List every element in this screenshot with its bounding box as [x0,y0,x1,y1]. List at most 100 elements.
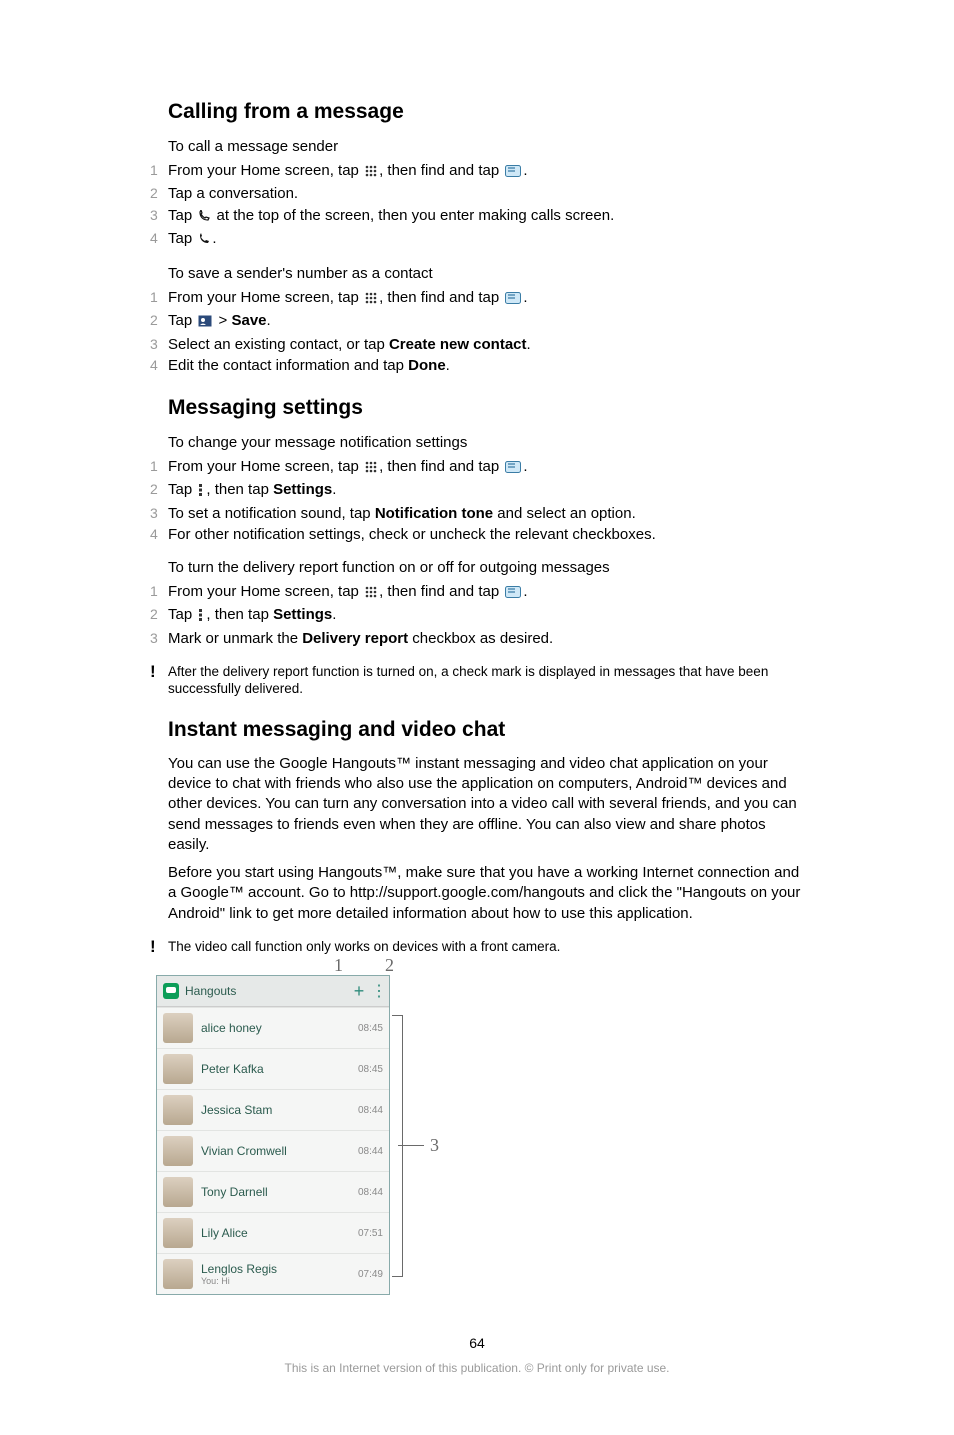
timestamp: 07:49 [358,1269,383,1280]
apps-grid-icon [365,459,377,479]
hangouts-list-item[interactable]: Lenglos RegisYou: Hi07:49 [157,1253,389,1294]
step: 1 From your Home screen, tap , then find… [150,582,804,604]
footer-text: This is an Internet version of this publ… [150,1361,804,1375]
step: 1 From your Home screen, tap , then find… [150,288,804,310]
section-heading-settings: Messaging settings [168,396,804,420]
step: 2 Tap , then tap Settings. [150,480,804,502]
timestamp: 08:44 [358,1105,383,1116]
step-number: 4 [150,525,168,544]
step-number: 1 [150,457,168,476]
avatar [163,1259,193,1289]
avatar [163,1218,193,1248]
step: 4 For other notification settings, check… [150,525,804,545]
step-text: Tap at the top of the screen, then you e… [168,206,804,228]
step-text: Tap , then tap Settings. [168,480,804,502]
contact-name: Lily Alice [201,1226,358,1240]
section-heading-im: Instant messaging and video chat [168,718,804,742]
step-number: 3 [150,504,168,523]
step-number: 4 [150,229,168,248]
step-number: 3 [150,206,168,225]
step-text: Tap , then tap Settings. [168,605,804,627]
step: 1 From your Home screen, tap , then find… [150,161,804,183]
apps-grid-icon [365,290,377,310]
apps-grid-icon [365,584,377,604]
step-number: 2 [150,480,168,499]
messaging-app-icon [505,290,521,310]
step-number: 1 [150,288,168,307]
avatar [163,1136,193,1166]
step-number: 4 [150,356,168,375]
subheading-delivery: To turn the delivery report function on … [168,559,804,576]
step: 3 Select an existing contact, or tap Cre… [150,335,804,355]
section-heading-calling: Calling from a message [168,100,804,124]
step-text: Tap a conversation. [168,184,804,204]
step-number: 2 [150,184,168,203]
hangouts-list-item[interactable]: Peter Kafka08:45 [157,1048,389,1089]
contact-name: Vivian Cromwell [201,1144,358,1158]
hangouts-figure: 1 2 Hangouts + ⋮ alice honey08:45Peter K… [156,975,804,1295]
step-text: Tap . [168,229,804,251]
note-text: After the delivery report function is tu… [168,663,804,698]
new-hangout-icon[interactable]: + [347,981,371,1002]
overflow-menu-icon [198,482,204,502]
step: 4 Tap . [150,229,804,251]
hangouts-list-item[interactable]: Tony Darnell08:44 [157,1171,389,1212]
step: 4 Edit the contact information and tap D… [150,356,804,376]
hangouts-list-item[interactable]: Vivian Cromwell08:44 [157,1130,389,1171]
messaging-app-icon [505,584,521,604]
subheading-save-contact: To save a sender's number as a contact [168,265,804,282]
important-note-delivery: ! After the delivery report function is … [150,663,804,698]
hangouts-list-item[interactable]: Jessica Stam08:44 [157,1089,389,1130]
avatar [163,1095,193,1125]
timestamp: 07:51 [358,1228,383,1239]
step-number: 3 [150,335,168,354]
message-preview: You: Hi [201,1276,358,1286]
step-text: For other notification settings, check o… [168,525,804,545]
apps-grid-icon [365,163,377,183]
important-note-camera: ! The video call function only works on … [150,938,804,956]
step-text: Mark or unmark the Delivery report check… [168,629,804,649]
step: 3 Mark or unmark the Delivery report che… [150,629,804,649]
timestamp: 08:45 [358,1064,383,1075]
steps-delivery: 1 From your Home screen, tap , then find… [150,582,804,649]
subheading-call-sender: To call a message sender [168,138,804,155]
hangouts-screenshot: Hangouts + ⋮ alice honey08:45Peter Kafka… [156,975,390,1295]
steps-notification: 1 From your Home screen, tap , then find… [150,457,804,545]
step-text: From your Home screen, tap , then find a… [168,582,804,604]
step-text: From your Home screen, tap , then find a… [168,161,804,183]
step-number: 2 [150,605,168,624]
timestamp: 08:45 [358,1023,383,1034]
overflow-menu-icon [198,607,204,627]
hangouts-list-item[interactable]: alice honey08:45 [157,1007,389,1048]
step-number: 1 [150,582,168,601]
step-text: Select an existing contact, or tap Creat… [168,335,804,355]
step: 2 Tap a conversation. [150,184,804,204]
contact-name: alice honey [201,1021,358,1035]
hangouts-appbar: Hangouts + ⋮ [157,976,389,1007]
step-text: From your Home screen, tap , then find a… [168,288,804,310]
overflow-menu-icon[interactable]: ⋮ [371,981,383,1001]
exclamation-icon: ! [150,938,168,955]
hangouts-title: Hangouts [185,984,347,998]
step-text: Edit the contact information and tap Don… [168,356,804,376]
contact-name: Lenglos RegisYou: Hi [201,1262,358,1286]
step-number: 1 [150,161,168,180]
messaging-app-icon [505,459,521,479]
step: 3 Tap at the top of the screen, then you… [150,206,804,228]
note-text: The video call function only works on de… [168,938,804,956]
phone-outline-icon [198,208,210,228]
hangouts-list-item[interactable]: Lily Alice07:51 [157,1212,389,1253]
step-text: To set a notification sound, tap Notific… [168,504,804,524]
step: 1 From your Home screen, tap , then find… [150,457,804,479]
avatar [163,1013,193,1043]
callout-3: 3 [398,1135,439,1156]
step-number: 3 [150,629,168,648]
step: 3 To set a notification sound, tap Notif… [150,504,804,524]
contact-name: Tony Darnell [201,1185,358,1199]
avatar [163,1177,193,1207]
exclamation-icon: ! [150,663,168,680]
contact-name: Jessica Stam [201,1103,358,1117]
page-number: 64 [150,1335,804,1351]
paragraph: You can use the Google Hangouts™ instant… [168,754,804,855]
contact-name: Peter Kafka [201,1062,358,1076]
